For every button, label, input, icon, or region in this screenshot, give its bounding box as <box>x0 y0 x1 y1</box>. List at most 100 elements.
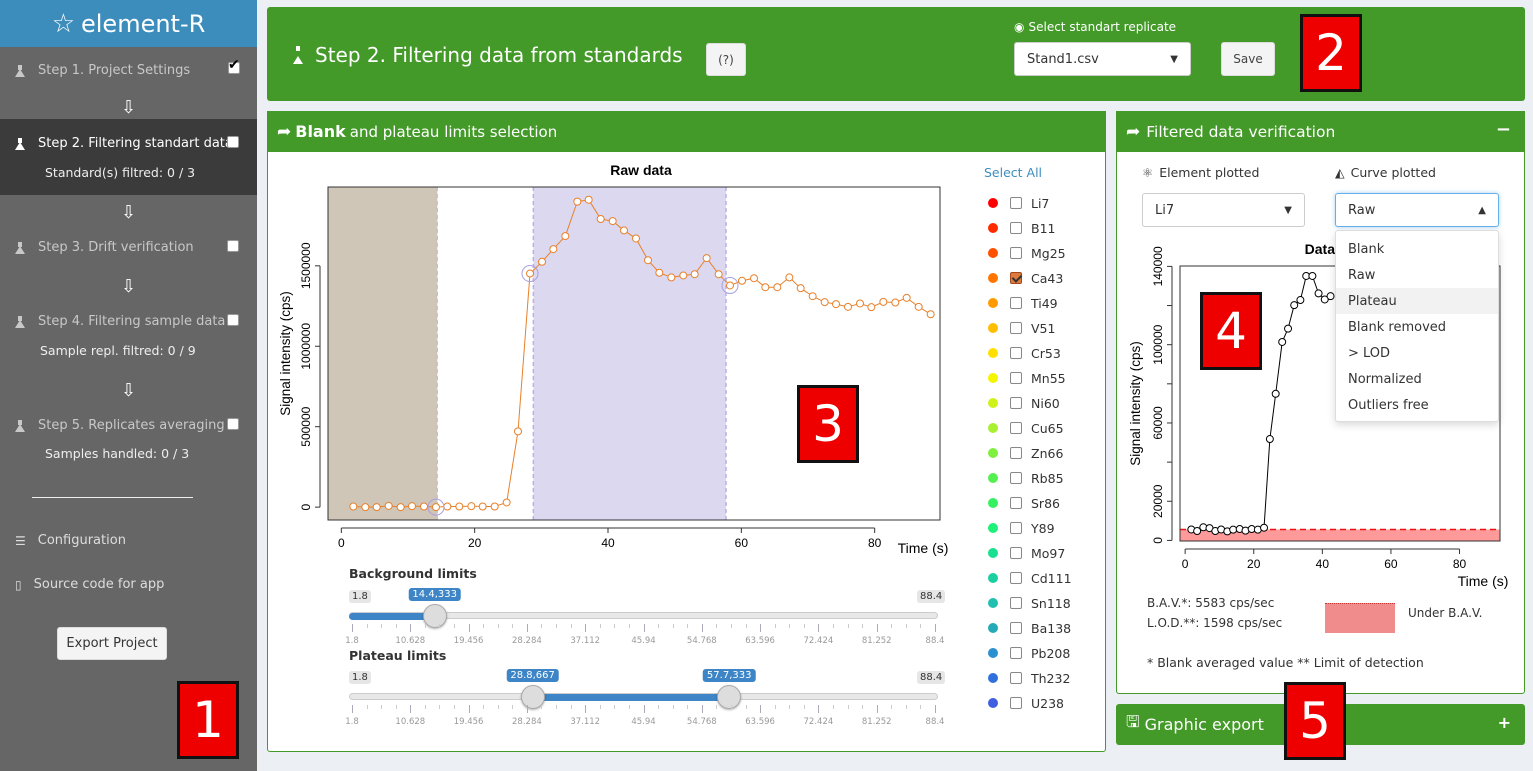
slider-min-label: 1.8 <box>349 671 371 684</box>
element-item[interactable]: Y89 <box>988 520 1055 536</box>
element-item[interactable]: Pb208 <box>988 645 1070 661</box>
element-item[interactable]: Mn55 <box>988 370 1066 386</box>
element-item[interactable]: Sr86 <box>988 495 1060 511</box>
step-status: Sample repl. filtred: 0 / 9 <box>40 343 196 358</box>
element-item[interactable]: B11 <box>988 220 1055 236</box>
element-checkbox[interactable] <box>1010 322 1022 334</box>
element-checkbox[interactable] <box>1010 447 1022 459</box>
element-item[interactable]: Sn118 <box>988 595 1071 611</box>
curve-option[interactable]: Blank removed <box>1336 314 1498 340</box>
data-point <box>785 273 794 282</box>
x-tick-label: 80 <box>868 536 882 550</box>
step-5-checkbox[interactable] <box>227 418 239 430</box>
source-code-link[interactable]: ▯ Source code for app <box>15 577 164 592</box>
element-checkbox[interactable] <box>1010 472 1022 484</box>
expand-button[interactable]: + <box>1498 713 1511 732</box>
element-select[interactable]: Li7 ▼ <box>1142 193 1305 227</box>
step-status: Standard(s) filtred: 0 / 3 <box>45 165 196 180</box>
chart-title: Raw data <box>610 162 672 178</box>
element-item[interactable]: Rb85 <box>988 470 1064 486</box>
data-point <box>644 256 652 265</box>
slider-tick <box>468 624 470 632</box>
slider-handle[interactable] <box>717 685 742 709</box>
element-checkbox[interactable] <box>1010 522 1022 534</box>
brand-header[interactable]: ☆ element-R <box>0 0 257 47</box>
element-checkbox[interactable] <box>1010 697 1022 709</box>
sidebar-step-4[interactable]: Step 4. Filtering sample data Sample rep… <box>0 302 257 364</box>
slider-tick <box>570 624 572 628</box>
step-label: Step 1. Project Settings <box>38 63 191 78</box>
curve-select[interactable]: Raw ▲ <box>1335 193 1499 227</box>
collapse-button[interactable]: − <box>1496 119 1511 140</box>
element-checkbox[interactable] <box>1010 372 1022 384</box>
sidebar-step-2[interactable]: Step 2. Filtering standart data Standard… <box>0 119 257 195</box>
element-checkbox[interactable] <box>1010 197 1022 209</box>
slider-handle[interactable] <box>422 604 447 628</box>
element-checkbox[interactable] <box>1010 222 1022 234</box>
element-checkbox[interactable] <box>1010 347 1022 359</box>
arrow-down-icon: ⇩ <box>120 97 137 118</box>
step-4-checkbox[interactable] <box>227 314 239 326</box>
element-checkbox[interactable] <box>1010 397 1022 409</box>
element-checkbox[interactable] <box>1010 672 1022 684</box>
slider-tick <box>599 705 601 709</box>
color-dot-icon <box>988 298 998 308</box>
slider-tick <box>803 705 805 709</box>
element-checkbox[interactable] <box>1010 572 1022 584</box>
step-3-checkbox[interactable] <box>227 240 239 252</box>
element-item[interactable]: Ni60 <box>988 395 1060 411</box>
element-checkbox[interactable] <box>1010 547 1022 559</box>
export-project-button[interactable]: Export Project <box>57 627 167 660</box>
data-point <box>667 273 676 282</box>
select-all-link[interactable]: Select All <box>984 165 1042 180</box>
slider-min-label: 1.8 <box>349 590 371 603</box>
element-name: Mn55 <box>1031 370 1066 386</box>
save-button[interactable]: Save <box>1221 42 1275 76</box>
element-checkbox[interactable] <box>1010 272 1022 284</box>
data-point <box>372 503 381 512</box>
element-checkbox[interactable] <box>1010 622 1022 634</box>
element-item[interactable]: Ti49 <box>988 295 1058 311</box>
element-item[interactable]: Ca43 <box>988 270 1063 286</box>
element-item[interactable]: Cr53 <box>988 345 1061 361</box>
slider-tick <box>920 624 922 628</box>
element-item[interactable]: U238 <box>988 695 1064 711</box>
element-item[interactable]: Mg25 <box>988 245 1066 261</box>
element-checkbox[interactable] <box>1010 297 1022 309</box>
sidebar-step-3[interactable]: Step 3. Drift verification <box>0 228 257 268</box>
curve-option[interactable]: Outliers free <box>1336 392 1498 418</box>
step-2-checkbox[interactable] <box>227 136 239 148</box>
configuration-link[interactable]: ☰ Configuration <box>15 533 126 548</box>
element-checkbox[interactable] <box>1010 647 1022 659</box>
y-tick-label: 100000 <box>1151 324 1165 364</box>
element-checkbox[interactable] <box>1010 597 1022 609</box>
element-item[interactable]: V51 <box>988 320 1055 336</box>
element-item[interactable]: Cd111 <box>988 570 1072 586</box>
graphic-export-title: Graphic export <box>1144 715 1264 734</box>
element-item[interactable]: Cu65 <box>988 420 1064 436</box>
element-item[interactable]: Li7 <box>988 195 1049 211</box>
curve-dropdown-menu: Blank Raw Plateau Blank removed > LOD Normali… <box>1335 230 1499 422</box>
element-item[interactable]: Mo97 <box>988 545 1065 561</box>
step-1-checkbox[interactable]: ✔ <box>228 57 240 74</box>
slider-tick <box>891 624 893 628</box>
sidebar-step-5[interactable]: Step 5. Replicates averaging Samples han… <box>0 406 257 468</box>
element-checkbox[interactable] <box>1010 497 1022 509</box>
sidebar-step-1[interactable]: Step 1. Project Settings ✔ <box>0 47 257 93</box>
curve-option[interactable]: Normalized <box>1336 366 1498 392</box>
data-point <box>1314 289 1323 298</box>
data-point <box>349 502 358 511</box>
curve-option[interactable]: Raw <box>1336 262 1498 288</box>
replicate-select[interactable]: Stand1.csv ▼ <box>1014 42 1191 76</box>
curve-option[interactable]: Blank <box>1336 236 1498 262</box>
curve-option[interactable]: Plateau <box>1336 288 1498 314</box>
element-checkbox[interactable] <box>1010 247 1022 259</box>
element-item[interactable]: Th232 <box>988 670 1070 686</box>
element-checkbox[interactable] <box>1010 422 1022 434</box>
curve-option[interactable]: > LOD <box>1336 340 1498 366</box>
help-button[interactable]: (?) <box>706 43 746 76</box>
slider-tick <box>483 705 485 709</box>
element-item[interactable]: Zn66 <box>988 445 1063 461</box>
element-item[interactable]: Ba138 <box>988 620 1071 636</box>
slider-tick <box>410 705 412 713</box>
